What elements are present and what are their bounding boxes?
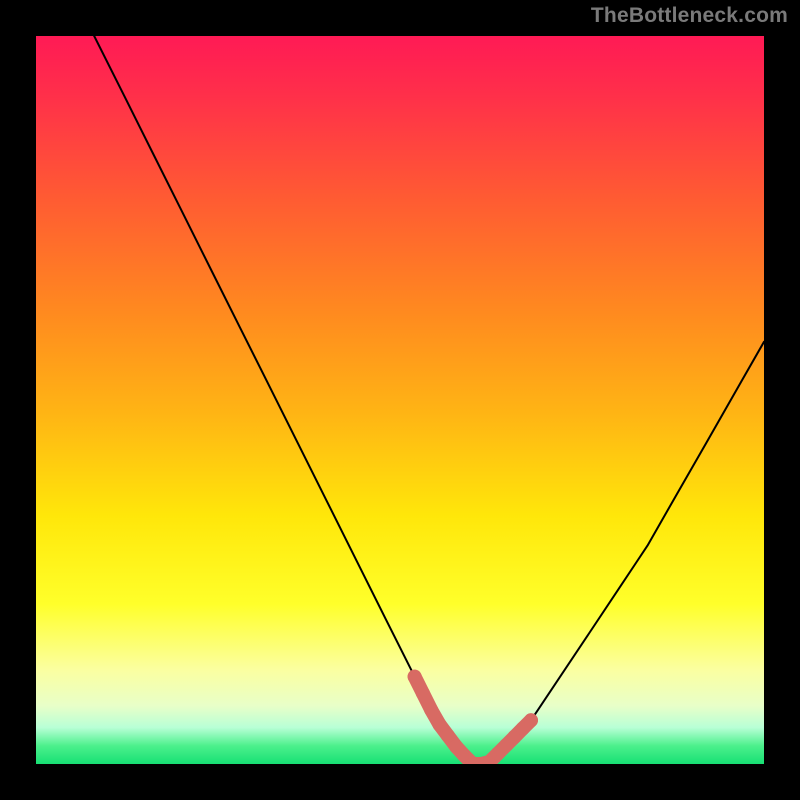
optimal-zone-marker bbox=[36, 36, 764, 764]
chart-frame: TheBottleneck.com bbox=[0, 0, 800, 800]
plot-area bbox=[36, 36, 764, 764]
watermark-text: TheBottleneck.com bbox=[591, 4, 788, 28]
